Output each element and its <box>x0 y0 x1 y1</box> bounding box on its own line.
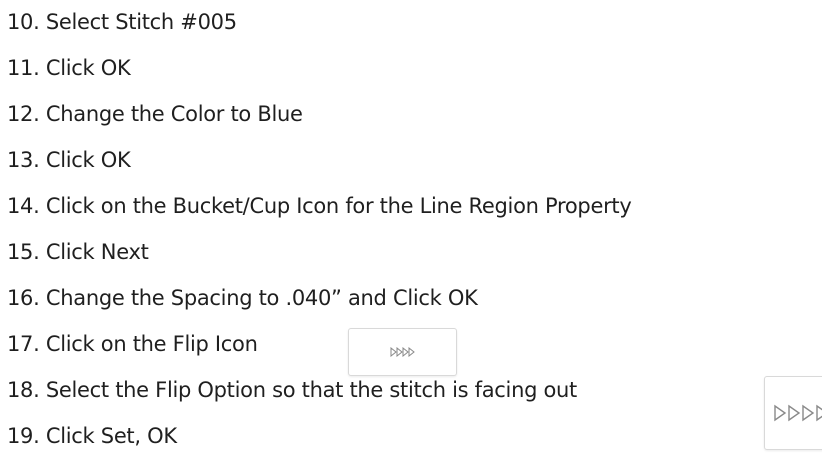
flip-option-icon <box>764 376 822 450</box>
flip-triangles-icon <box>390 347 415 357</box>
flip-icon-small <box>348 328 457 376</box>
step-15: 15. Click Next <box>7 240 149 264</box>
step-13: 13. Click OK <box>7 148 131 172</box>
step-19: 19. Click Set, OK <box>7 424 177 448</box>
step-18: 18. Select the Flip Option so that the s… <box>7 378 577 402</box>
step-11: 11. Click OK <box>7 56 131 80</box>
instruction-list: 10. Select Stitch #005 11. Click OK 12. … <box>0 0 822 470</box>
step-10: 10. Select Stitch #005 <box>7 10 237 34</box>
step-14: 14. Click on the Bucket/Cup Icon for the… <box>7 194 632 218</box>
flip-triangles-icon <box>774 404 822 422</box>
step-12: 12. Change the Color to Blue <box>7 102 303 126</box>
step-17: 17. Click on the Flip Icon <box>7 332 258 356</box>
step-16: 16. Change the Spacing to .040” and Clic… <box>7 286 478 310</box>
